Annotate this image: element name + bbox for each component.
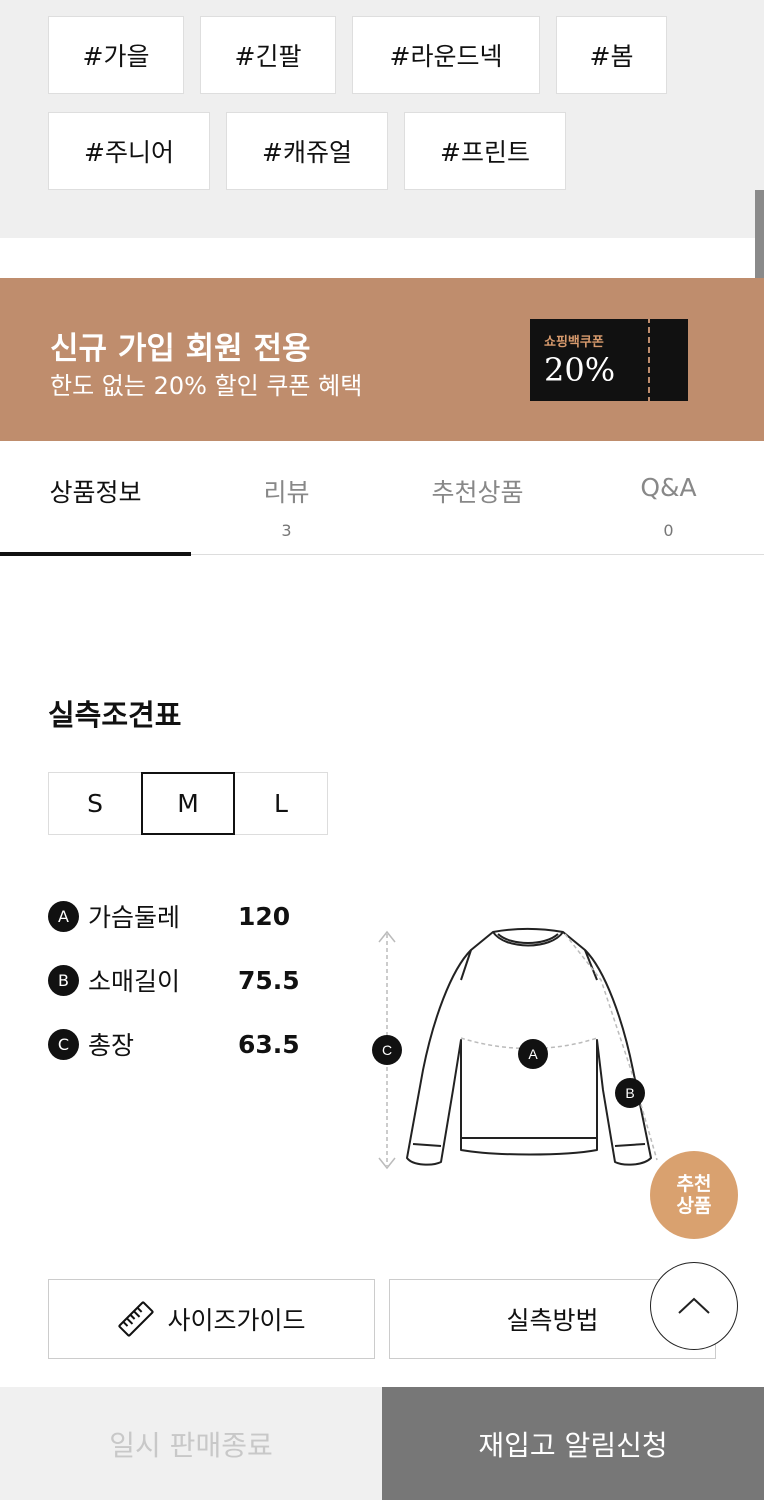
- chevron-up-icon: [678, 1297, 710, 1314]
- sweater-diagram: A B C: [372, 928, 658, 1170]
- measurement-name: 가슴둘레: [88, 903, 181, 932]
- diagram-marker-c: C: [372, 1035, 402, 1065]
- coupon-value: 20%: [544, 351, 616, 389]
- tab-label: 리뷰: [263, 478, 310, 507]
- svg-text:B: B: [625, 1085, 634, 1101]
- svg-text:A: A: [528, 1046, 538, 1062]
- size-guide-button[interactable]: 사이즈가이드: [48, 1279, 375, 1359]
- marker-badge: A: [48, 900, 79, 932]
- measurement-row: C 총장 63.5: [48, 1024, 300, 1064]
- measurement-value: 120: [238, 901, 291, 931]
- banner-subtitle: 한도 없는 20% 할인 쿠폰 혜택: [50, 372, 363, 400]
- signup-coupon-banner[interactable]: 신규 가입 회원 전용 한도 없는 20% 할인 쿠폰 혜택 쇼핑백쿠폰 20%: [0, 278, 764, 441]
- active-tab-indicator: [0, 552, 191, 556]
- banner-title: 신규 가입 회원 전용: [50, 331, 311, 367]
- coupon-perforation: [648, 317, 656, 403]
- diagram-marker-b: B: [615, 1078, 645, 1108]
- diagram-marker-a: A: [518, 1039, 548, 1069]
- recommend-float-button[interactable]: 추천 상품: [650, 1151, 738, 1239]
- tab-count: 0: [663, 521, 674, 540]
- size-guide-label: 사이즈가이드: [167, 1306, 306, 1335]
- coupon-label: 쇼핑백쿠폰: [544, 335, 604, 350]
- scrollbar-thumb[interactable]: [755, 190, 764, 292]
- scroll-top-button[interactable]: [650, 1262, 738, 1350]
- tab-qna[interactable]: Q&A 0: [573, 441, 764, 555]
- ruler-icon: [118, 1301, 155, 1337]
- tag-chip[interactable]: #캐쥬얼: [226, 112, 388, 190]
- recommend-line1: 추천: [676, 1173, 712, 1195]
- measurement-value: 63.5: [238, 1029, 300, 1059]
- recommend-line2: 상품: [676, 1195, 712, 1217]
- measurement-name: 소매길이: [88, 967, 181, 996]
- measurement-value: 75.5: [238, 965, 300, 995]
- coupon-graphic: 쇼핑백쿠폰 20%: [530, 317, 688, 403]
- tag-chip[interactable]: #주니어: [48, 112, 210, 190]
- tag-chip[interactable]: #라운드넥: [352, 16, 540, 94]
- tag-chip[interactable]: #긴팔: [200, 16, 336, 94]
- measurement-name: 총장: [88, 1031, 135, 1060]
- size-option-l[interactable]: L: [234, 772, 328, 835]
- tab-count: 3: [281, 521, 292, 540]
- size-option-s[interactable]: S: [48, 772, 142, 835]
- bottom-action-bar: 일시 판매종료 재입고 알림신청: [0, 1387, 764, 1500]
- marker-badge: C: [48, 1028, 79, 1060]
- tag-chip[interactable]: #프린트: [404, 112, 566, 190]
- tab-label: Q&A: [640, 473, 697, 502]
- restock-alert-button[interactable]: 재입고 알림신청: [382, 1387, 764, 1500]
- marker-badge: B: [48, 964, 79, 996]
- svg-text:C: C: [382, 1042, 392, 1058]
- tag-chip[interactable]: #봄: [556, 16, 667, 94]
- measurement-row: B 소매길이 75.5: [48, 960, 300, 1000]
- tag-chip[interactable]: #가을: [48, 16, 184, 94]
- tab-product-info[interactable]: 상품정보: [0, 441, 191, 556]
- size-option-m[interactable]: M: [141, 772, 235, 835]
- measurement-row: A 가슴둘레 120: [48, 896, 290, 936]
- tab-reviews[interactable]: 리뷰 3: [191, 441, 382, 555]
- size-selector: S M L: [48, 772, 328, 835]
- product-tabs: 상품정보 리뷰 3 추천상품 Q&A 0: [0, 441, 764, 556]
- tab-label: 상품정보: [49, 478, 142, 507]
- tab-recommended[interactable]: 추천상품: [382, 441, 573, 555]
- measure-method-label: 실측방법: [506, 1306, 599, 1335]
- hashtag-section: #가을 #긴팔 #라운드넥 #봄 #주니어 #캐쥬얼 #프린트: [0, 0, 764, 238]
- size-chart-title: 실측조견표: [48, 698, 182, 732]
- tab-label: 추천상품: [431, 478, 524, 507]
- sold-out-button[interactable]: 일시 판매종료: [0, 1387, 382, 1500]
